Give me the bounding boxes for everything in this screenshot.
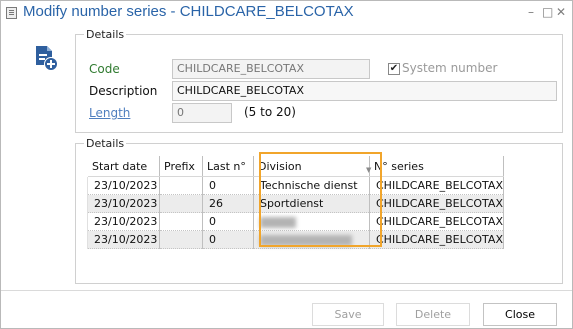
close-window-button[interactable]: ✕ — [556, 5, 566, 19]
col-last-n[interactable]: Last n° — [202, 156, 254, 177]
prefix-cell[interactable] — [159, 212, 203, 231]
maximize-button[interactable]: □ — [542, 5, 553, 19]
start-date-cell[interactable]: 23/10/2023 — [88, 230, 160, 249]
close-button[interactable]: Close — [483, 303, 557, 326]
last-n-cell[interactable]: 26 — [202, 194, 254, 213]
series-cell[interactable]: CHILDCARE_BELCOTAX — [369, 212, 504, 231]
document-list-icon — [6, 7, 17, 19]
prefix-cell[interactable] — [159, 194, 203, 213]
window-title: Modify number series - CHILDCARE_BELCOTA… — [23, 3, 354, 20]
details-legend-grid: Details — [86, 137, 125, 150]
division-column-highlight — [259, 152, 382, 247]
details-legend-top: Details — [86, 28, 125, 41]
minimize-button[interactable]: – — [528, 5, 534, 19]
row-selector-column — [75, 177, 88, 249]
start-date-cell[interactable]: 23/10/2023 — [88, 176, 160, 195]
delete-button[interactable]: Delete — [396, 303, 470, 326]
system-number-checkbox[interactable]: ✔ — [388, 63, 400, 75]
last-n-cell[interactable]: 0 — [202, 176, 254, 195]
last-n-cell[interactable]: 0 — [202, 212, 254, 231]
description-field[interactable]: CHILDCARE_BELCOTAX — [172, 81, 557, 101]
length-hint: (5 to 20) — [244, 105, 296, 119]
system-number-label: System number — [402, 61, 498, 75]
title-bar: Modify number series - CHILDCARE_BELCOTA… — [1, 1, 572, 25]
description-label: Description — [89, 84, 158, 98]
length-field[interactable]: 0 — [172, 103, 232, 123]
code-label: Code — [89, 62, 120, 76]
add-document-icon — [36, 46, 58, 71]
series-cell[interactable]: CHILDCARE_BELCOTAX — [369, 176, 504, 195]
start-date-cell[interactable]: 23/10/2023 — [88, 212, 160, 231]
footer-separator — [1, 290, 572, 291]
code-field[interactable]: CHILDCARE_BELCOTAX — [172, 59, 370, 79]
last-n-cell[interactable]: 0 — [202, 230, 254, 249]
start-date-cell[interactable]: 23/10/2023 — [88, 194, 160, 213]
dialog-window: Modify number series - CHILDCARE_BELCOTA… — [0, 0, 573, 329]
prefix-cell[interactable] — [159, 176, 203, 195]
series-cell[interactable]: CHILDCARE_BELCOTAX — [369, 194, 504, 213]
col-n-series[interactable]: N° series — [369, 156, 504, 177]
col-start-date[interactable]: Start date — [88, 156, 160, 177]
save-button[interactable]: Save — [312, 303, 384, 326]
length-label[interactable]: Length — [89, 106, 130, 120]
prefix-cell[interactable] — [159, 230, 203, 249]
col-prefix[interactable]: Prefix — [159, 156, 203, 177]
series-cell[interactable]: CHILDCARE_BELCOTAX — [369, 230, 504, 249]
